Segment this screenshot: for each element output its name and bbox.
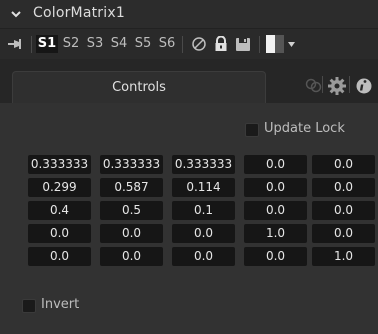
matrix-cell-r3c3[interactable]: 0.1	[172, 201, 235, 220]
matrix-cell-r5c4[interactable]: 0.0	[244, 247, 307, 266]
matrix-cell-r1c2[interactable]: 0.333333	[100, 155, 163, 174]
slot-s5-button[interactable]: S5	[132, 35, 154, 53]
toolbar-separator	[259, 36, 260, 53]
slot-s3-button[interactable]: S3	[84, 35, 106, 53]
matrix-cell-r3c5[interactable]: 0.0	[312, 201, 375, 220]
slot-s4-button[interactable]: S4	[108, 35, 130, 53]
slot-s6-button[interactable]: S6	[156, 35, 178, 53]
save-icon[interactable]	[235, 36, 251, 52]
pin-icon[interactable]	[8, 38, 22, 50]
matrix-cell-r4c5[interactable]: 0.0	[312, 224, 375, 243]
matrix-cell-r1c1[interactable]: 0.333333	[28, 155, 91, 174]
matrix-cell-r4c2[interactable]: 0.0	[100, 224, 163, 243]
invert-label: Invert	[41, 297, 80, 312]
dropdown-arrow-icon[interactable]	[287, 40, 296, 49]
toolbar-separator	[31, 36, 32, 53]
matrix-cell-r4c1[interactable]: 0.0	[28, 224, 91, 243]
update-lock-checkbox[interactable]	[245, 123, 259, 137]
matrix-cell-r3c1[interactable]: 0.4	[28, 201, 91, 220]
controls-panel: Update Lock 0.333333 0.333333 0.333333 0…	[0, 103, 378, 334]
slot-s2-button[interactable]: S2	[60, 35, 82, 53]
tab-controls[interactable]: Controls	[12, 71, 266, 103]
matrix-cell-r1c5[interactable]: 0.0	[312, 155, 375, 174]
matrix-cell-r5c1[interactable]: 0.0	[28, 247, 91, 266]
matrix-cell-r3c4[interactable]: 0.0	[244, 201, 307, 220]
matrix-cell-r3c2[interactable]: 0.5	[100, 201, 163, 220]
update-lock-label: Update Lock	[264, 121, 345, 136]
lock-icon[interactable]	[214, 36, 228, 52]
matrix-cell-r5c2[interactable]: 0.0	[100, 247, 163, 266]
matrix-cell-r4c3[interactable]: 0.0	[172, 224, 235, 243]
info-icon[interactable]	[350, 73, 378, 99]
toolbar-separator	[182, 36, 183, 53]
matrix-cell-r2c2[interactable]: 0.587	[100, 178, 163, 197]
matrix-cell-r5c3[interactable]: 0.0	[172, 247, 235, 266]
matrix-cell-r4c4[interactable]: 1.0	[244, 224, 307, 243]
matrix-cell-r1c4[interactable]: 0.0	[244, 155, 307, 174]
slot-s1-button[interactable]: S1	[36, 35, 58, 53]
matrix-cell-r2c1[interactable]: 0.299	[28, 178, 91, 197]
color-swatch-icon[interactable]	[266, 35, 284, 53]
gear-icon[interactable]	[323, 73, 351, 99]
invert-checkbox[interactable]	[22, 299, 36, 313]
matrix-cell-r1c3[interactable]: 0.333333	[172, 155, 235, 174]
node-toolbar: S1 S2 S3 S4 S5 S6	[0, 28, 378, 59]
chevron-down-icon[interactable]	[9, 7, 23, 21]
inspector-tabs: Controls	[0, 59, 378, 103]
matrix-cell-r2c5[interactable]: 0.0	[312, 178, 375, 197]
matrix-cell-r2c4[interactable]: 0.0	[244, 178, 307, 197]
disable-icon[interactable]	[191, 36, 207, 52]
node-title: ColorMatrix1	[33, 5, 125, 21]
node-header: ColorMatrix1	[0, 0, 378, 28]
matrix-cell-r2c3[interactable]: 0.114	[172, 178, 235, 197]
matrix-cell-r5c5[interactable]: 1.0	[312, 247, 375, 266]
